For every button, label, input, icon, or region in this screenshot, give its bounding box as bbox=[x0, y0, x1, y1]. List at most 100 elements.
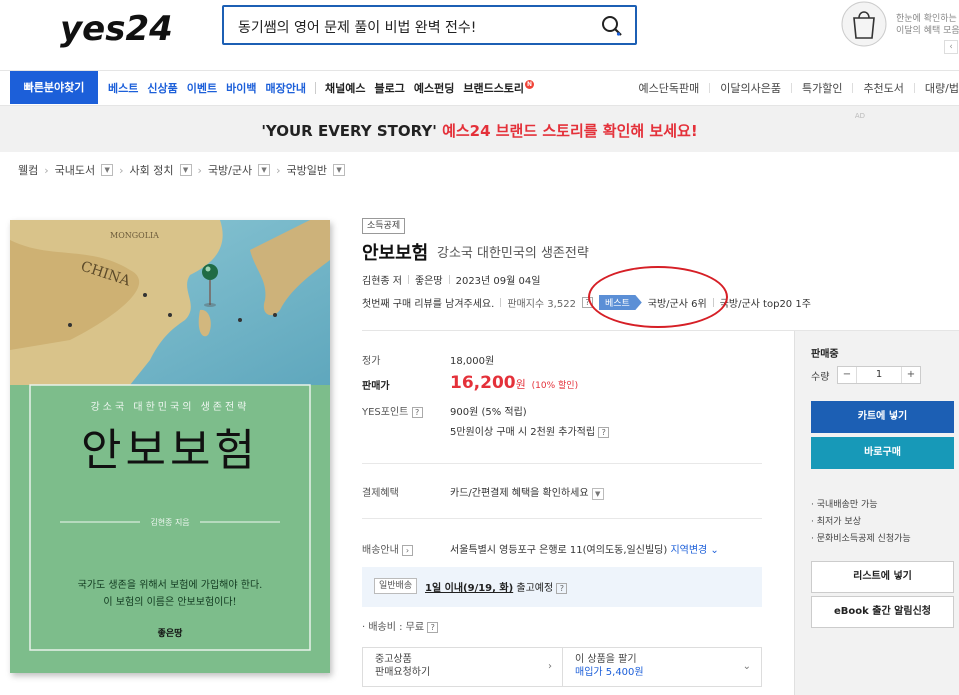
points-extra-text: 5만원이상 구매 시 2천원 추가적립 bbox=[450, 427, 596, 438]
chevron-down-icon[interactable]: ▼ bbox=[591, 488, 604, 500]
note-lowest-price: · 최저가 보상 bbox=[811, 517, 861, 527]
change-region-link[interactable]: 지역변경 ⌄ bbox=[670, 545, 718, 556]
nav-brand-story-label: 브랜드스토리 bbox=[463, 81, 525, 95]
quantity-minus-button[interactable]: − bbox=[838, 367, 856, 383]
breadcrumb-separator: › bbox=[119, 163, 124, 177]
chevron-down-icon[interactable]: ▼ bbox=[101, 164, 114, 176]
review-prompt-link[interactable]: 첫번째 구매 리뷰를 남겨주세요. bbox=[362, 295, 494, 310]
points-value: 900원 (5% 적립) bbox=[450, 407, 527, 418]
used-sale-line1: 중고상품 bbox=[375, 654, 412, 665]
author-link[interactable]: 김현종 저 bbox=[362, 272, 402, 287]
sale-status: 판매중 bbox=[811, 349, 839, 360]
sale-price-unit: 원 bbox=[515, 378, 526, 391]
nav-divider bbox=[790, 82, 792, 93]
delivery-address-text: 서울특별시 영등포구 은행로 11(여의도동,일신빌딩) bbox=[450, 545, 668, 556]
yes24-logo[interactable]: yes24 bbox=[60, 8, 172, 48]
search-icon[interactable] bbox=[601, 15, 623, 37]
quick-category-button[interactable]: 빠른분야찾기 bbox=[10, 71, 98, 104]
nav-new[interactable]: 신상품 bbox=[147, 80, 177, 96]
quantity-stepper[interactable]: − 1 + bbox=[837, 366, 921, 384]
publish-date: 2023년 09월 04일 bbox=[455, 276, 541, 287]
used-sale-request-button[interactable]: 중고상품 판매요청하기 › bbox=[363, 648, 562, 686]
sell-item-line1: 이 상품을 팔기 bbox=[575, 654, 637, 665]
sell-this-item-button[interactable]: 이 상품을 팔기 매입가 5,400원 ⌄ bbox=[562, 648, 761, 686]
benefit-text-line1: 한눈에 확인하는 bbox=[896, 14, 957, 24]
nav-brand-story[interactable]: 브랜드스토리 N bbox=[463, 79, 535, 96]
breadcrumb-separator: › bbox=[197, 163, 202, 177]
nav-special-sale[interactable]: 특가할인 bbox=[802, 80, 842, 96]
quantity-plus-button[interactable]: + bbox=[902, 367, 920, 383]
delivery-label-text: 배송안내 bbox=[362, 545, 399, 556]
help-icon[interactable]: ? bbox=[598, 427, 610, 438]
nav-recommend[interactable]: 추천도서 bbox=[863, 80, 903, 96]
nav-left: 베스트 신상품 이벤트 바이백 매장안내 채널예스 블로그 예스펀딩 브랜드스토… bbox=[108, 71, 535, 104]
chevron-down-icon[interactable]: ▼ bbox=[333, 164, 346, 176]
payment-benefit-text: 카드/간편결제 혜택을 확인하세요 bbox=[450, 488, 589, 499]
highlight-circle-annotation bbox=[588, 266, 728, 328]
discount-rate: (10% 할인) bbox=[531, 381, 579, 391]
delivery-date: 1일 이내(9/19, 화) bbox=[425, 583, 514, 594]
help-icon[interactable]: ? bbox=[556, 583, 568, 594]
publisher-link[interactable]: 좋은땅 bbox=[415, 272, 443, 287]
nav-exclusive[interactable]: 예스단독판매 bbox=[638, 80, 699, 96]
search-input[interactable]: 동기쌤의 영어 문제 풀이 비법 완벽 전수! bbox=[238, 17, 476, 37]
payment-benefit-link[interactable]: 카드/간편결제 혜택을 확인하세요 ▼ bbox=[450, 484, 604, 500]
ebook-alert-button[interactable]: eBook 출간 알림신청 bbox=[811, 596, 954, 628]
note-culture-deduction: · 문화비소득공제 신청가능 bbox=[811, 534, 911, 544]
quantity-input[interactable]: 1 bbox=[856, 367, 902, 383]
benefit-prev-button[interactable]: ‹ bbox=[944, 40, 958, 54]
points-extra: 5만원이상 구매 시 2천원 추가적립 ? bbox=[450, 423, 610, 438]
breadcrumb-home[interactable]: 웰컴 bbox=[18, 162, 38, 178]
nav-divider bbox=[913, 82, 915, 93]
banner-highlight: 예스24 브랜드 스토리를 확인해 보세요! bbox=[436, 122, 698, 140]
purchase-notes: · 국내배송만 가능 · 최저가 보상 · 문화비소득공제 신청가능 bbox=[811, 497, 911, 548]
book-cover-image[interactable]: CHINA MONGOLIA 강소국 대한민국의 생존전략 안보보험 김현종 지… bbox=[10, 220, 330, 673]
breadcrumb-item[interactable]: 국방/군사 bbox=[208, 162, 252, 178]
nav-best[interactable]: 베스트 bbox=[108, 80, 138, 96]
nav-event[interactable]: 이벤트 bbox=[187, 80, 217, 96]
nav-bulk[interactable]: 대량/법 bbox=[925, 80, 959, 96]
tax-deduction-badge: 소득공제 bbox=[362, 218, 406, 234]
breadcrumb-item[interactable]: 국내도서 bbox=[55, 162, 95, 178]
nav-funding[interactable]: 예스펀딩 bbox=[414, 80, 454, 96]
section-divider bbox=[362, 518, 762, 519]
delivery-estimate-box: 일반배송 1일 이내(9/19, 화) 출고예정 ? bbox=[362, 567, 762, 607]
cover-author: 김현종 지음 bbox=[150, 517, 189, 527]
product-title: 안보보험 bbox=[362, 243, 429, 264]
brand-story-banner[interactable]: 'YOUR EVERY STORY' 예스24 브랜드 스토리를 확인해 보세요… bbox=[0, 105, 959, 152]
add-to-wishlist-button[interactable]: 리스트에 넣기 bbox=[811, 561, 954, 593]
benefit-text[interactable]: 한눈에 확인하는 이달의 혜택 모음 bbox=[896, 13, 959, 37]
top20-rank-link[interactable]: 국방/군사 top20 1주 bbox=[720, 295, 811, 310]
delivery-label: 배송안내 › bbox=[362, 541, 413, 556]
search-bar[interactable]: 동기쌤의 영어 문제 풀이 비법 완벽 전수! bbox=[222, 5, 637, 45]
nav-store[interactable]: 매장안내 bbox=[266, 80, 306, 96]
purchase-panel: 판매중 수량 − 1 + 카트에 넣기 바로구매 · 국내배송만 가능 · 최저… bbox=[794, 331, 959, 695]
cover-title: 안보보험 bbox=[81, 425, 259, 476]
nav-buyback[interactable]: 바이백 bbox=[226, 80, 256, 96]
used-sale-line2: 판매요청하기 bbox=[375, 667, 431, 678]
ad-label: AD bbox=[854, 112, 865, 120]
breadcrumb-item[interactable]: 사회 정치 bbox=[130, 162, 174, 178]
help-icon[interactable]: ? bbox=[427, 622, 439, 633]
chevron-right-icon[interactable]: › bbox=[402, 545, 413, 556]
breadcrumb-item[interactable]: 국방일반 bbox=[287, 162, 327, 178]
buy-now-button[interactable]: 바로구매 bbox=[811, 437, 954, 469]
chevron-down-icon[interactable]: ▼ bbox=[258, 164, 271, 176]
points-label-text: YES포인트 bbox=[362, 407, 409, 418]
nav-channel-yes[interactable]: 채널예스 bbox=[325, 80, 365, 96]
list-price-value: 18,000원 bbox=[450, 356, 495, 367]
chevron-down-icon[interactable]: ▼ bbox=[179, 164, 192, 176]
product-meta: 김현종 저 좋은땅 2023년 09월 04일 bbox=[362, 272, 540, 287]
points-label: YES포인트 ? bbox=[362, 403, 423, 418]
shipping-fee: · 배송비 : 무료 ? bbox=[362, 618, 439, 633]
add-to-cart-button[interactable]: 카트에 넣기 bbox=[811, 401, 954, 433]
banner-text: 'YOUR EVERY STORY' 예스24 브랜드 스토리를 확인해 보세요… bbox=[0, 120, 959, 141]
nav-divider bbox=[314, 81, 316, 94]
nav-gifts[interactable]: 이달의사은품 bbox=[720, 80, 781, 96]
help-icon[interactable]: ? bbox=[411, 407, 423, 418]
cover-blurb-line2: 이 보험의 이름은 안보보험이다! bbox=[103, 596, 236, 608]
shopping-bag-icon[interactable] bbox=[840, 0, 888, 48]
nav-blog[interactable]: 블로그 bbox=[374, 80, 404, 96]
banner-quote: 'YOUR EVERY STORY' bbox=[261, 122, 437, 140]
breadcrumb: 웰컴 › 국내도서 ▼ › 사회 정치 ▼ › 국방/군사 ▼ › 국방일반 ▼ bbox=[18, 158, 346, 182]
